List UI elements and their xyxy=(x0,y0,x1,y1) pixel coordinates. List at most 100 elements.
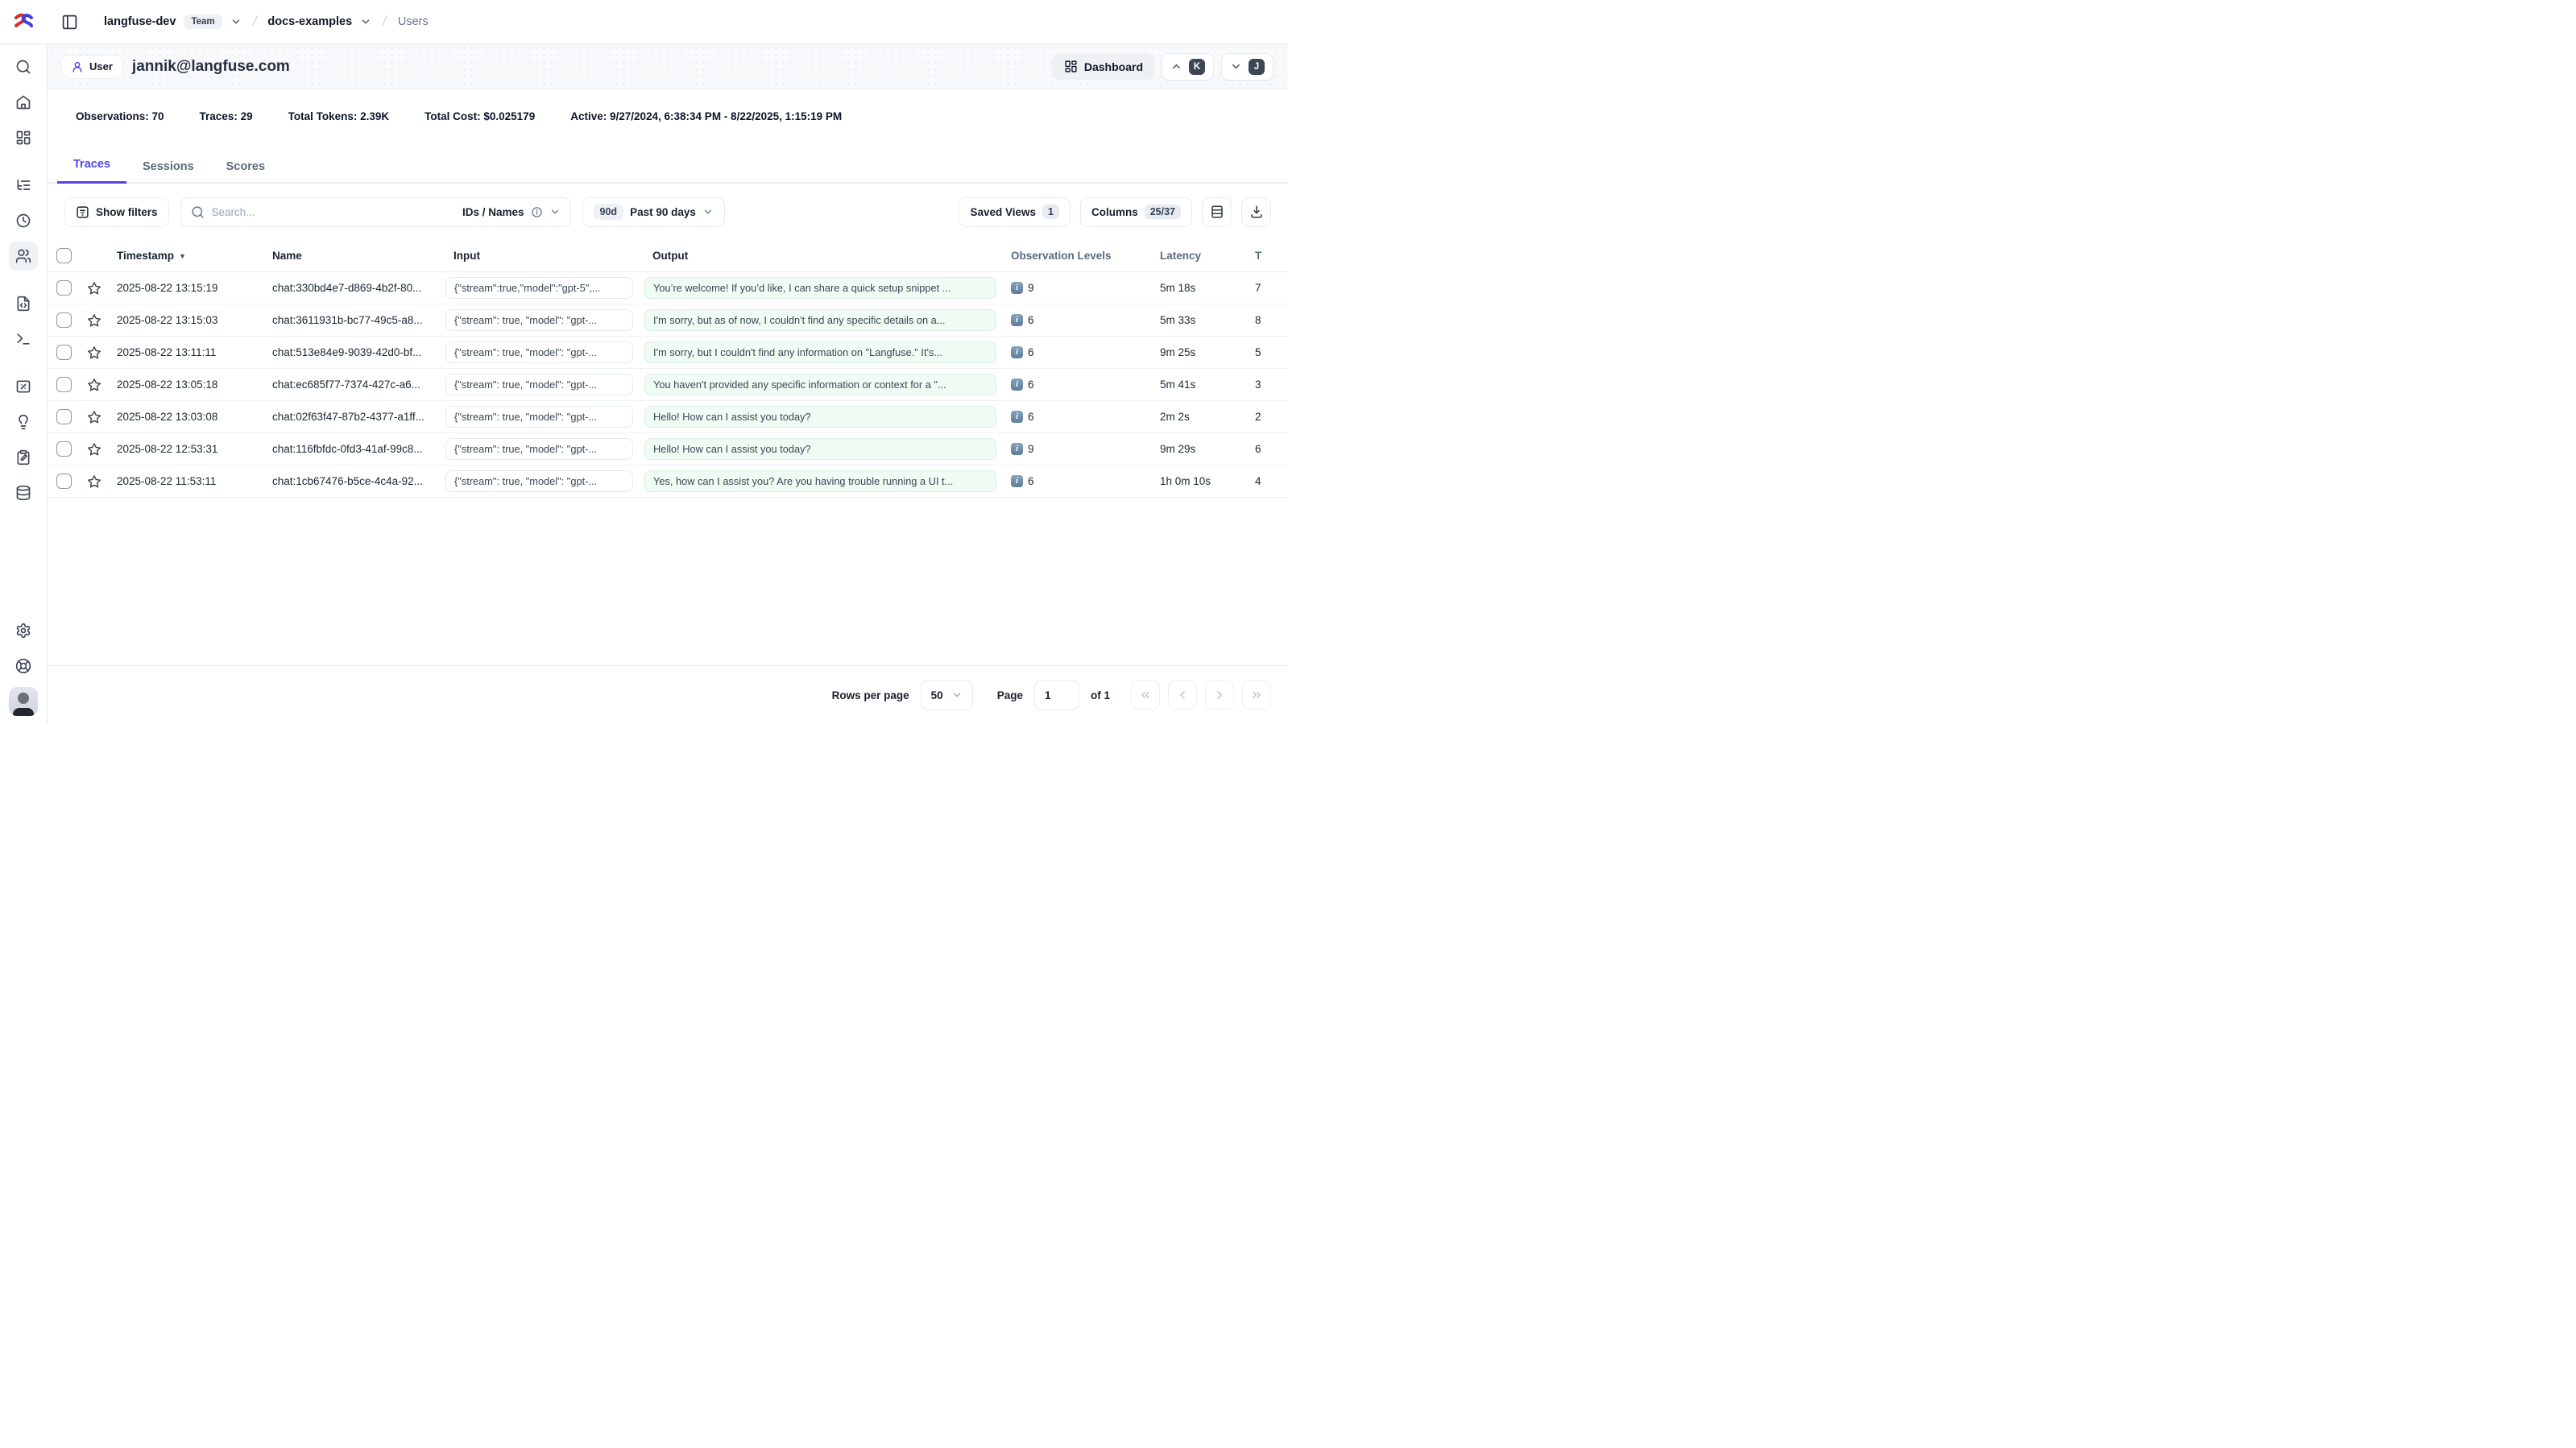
header-latency[interactable]: Latency xyxy=(1160,250,1255,262)
trace-output-preview[interactable]: You haven't provided any specific inform… xyxy=(644,374,996,395)
first-page-button[interactable] xyxy=(1131,681,1160,710)
table-row[interactable]: 2025-08-22 13:11:11 chat:513e84e9-9039-4… xyxy=(48,337,1288,369)
select-all-checkbox[interactable] xyxy=(56,248,72,263)
table-row[interactable]: 2025-08-22 13:05:18 chat:ec685f77-7374-4… xyxy=(48,369,1288,401)
dashboard-icon[interactable] xyxy=(9,123,38,152)
evaluation-icon[interactable] xyxy=(9,372,38,401)
trace-input-preview[interactable]: {"stream": true, "model": "gpt-... xyxy=(445,438,633,460)
saved-views-count: 1 xyxy=(1042,205,1059,219)
chevron-down-icon[interactable] xyxy=(230,16,242,27)
dashboard-button[interactable]: Dashboard xyxy=(1053,53,1154,80)
sidebar-toggle-icon[interactable] xyxy=(57,10,81,34)
trace-output-preview[interactable]: You’re welcome! If you’d like, I can sha… xyxy=(644,277,996,299)
trace-input-preview[interactable]: {"stream": true, "model": "gpt-... xyxy=(445,406,633,428)
trace-input-preview[interactable]: {"stream": true, "model": "gpt-... xyxy=(445,374,633,395)
trace-output-preview[interactable]: I'm sorry, but I couldn't find any infor… xyxy=(644,341,996,363)
trace-name: chat:1cb67476-b5ce-4c4a-92... xyxy=(264,475,445,487)
date-range-button[interactable]: 90d Past 90 days xyxy=(582,197,725,227)
row-height-button[interactable] xyxy=(1202,197,1232,227)
breadcrumb-project[interactable]: docs-examples xyxy=(267,15,352,28)
trace-input-preview[interactable]: {"stream":true,"model":"gpt-5",... xyxy=(445,277,633,299)
favorite-star-icon[interactable] xyxy=(80,345,109,360)
row-checkbox[interactable] xyxy=(56,280,72,296)
search-type-dropdown[interactable]: IDs / Names xyxy=(462,206,561,218)
row-checkbox[interactable] xyxy=(56,312,72,328)
search-icon xyxy=(191,205,205,219)
header-timestamp[interactable]: Timestamp▼ xyxy=(109,250,264,262)
lightbulb-icon[interactable] xyxy=(9,408,38,436)
header-input[interactable]: Input xyxy=(445,250,644,262)
tab-sessions[interactable]: Sessions xyxy=(126,151,210,184)
row-checkbox[interactable] xyxy=(56,474,72,489)
home-icon[interactable] xyxy=(9,88,38,117)
trace-output-preview[interactable]: Hello! How can I assist you today? xyxy=(644,406,996,428)
filter-icon xyxy=(76,205,89,219)
stat-traces: Traces: 29 xyxy=(200,110,253,122)
favorite-star-icon[interactable] xyxy=(80,378,109,392)
header-extra[interactable]: T xyxy=(1255,250,1288,262)
users-icon[interactable] xyxy=(9,242,38,271)
support-lifebuoy-icon[interactable] xyxy=(9,652,38,681)
trace-output-preview[interactable]: Hello! How can I assist you today? xyxy=(644,438,996,460)
header-name[interactable]: Name xyxy=(264,250,445,262)
row-checkbox[interactable] xyxy=(56,409,72,424)
export-button[interactable] xyxy=(1241,197,1271,227)
search-icon[interactable] xyxy=(9,52,38,81)
tracing-icon[interactable] xyxy=(9,171,38,200)
favorite-star-icon[interactable] xyxy=(80,474,109,489)
tab-traces[interactable]: Traces xyxy=(57,148,126,184)
breadcrumb: langfuse-dev Team / docs-examples / User… xyxy=(104,14,429,30)
rows-per-page-select[interactable]: 50 xyxy=(921,681,973,710)
table-row[interactable]: 2025-08-22 11:53:11 chat:1cb67476-b5ce-4… xyxy=(48,465,1288,498)
pagination-bar: Rows per page 50 Page of 1 xyxy=(48,665,1288,724)
sessions-clock-icon[interactable] xyxy=(9,206,38,235)
last-page-button[interactable] xyxy=(1242,681,1271,710)
trace-latency: 9m 29s xyxy=(1160,443,1255,455)
rows-per-page-value: 50 xyxy=(931,689,943,701)
dashboard-button-label: Dashboard xyxy=(1084,60,1143,73)
saved-views-button[interactable]: Saved Views 1 xyxy=(959,197,1071,227)
trace-name: chat:513e84e9-9039-42d0-bf... xyxy=(264,346,445,358)
sidebar-nav xyxy=(0,44,48,724)
chevron-down-icon[interactable] xyxy=(360,16,371,27)
table-row[interactable]: 2025-08-22 13:15:03 chat:3611931b-bc77-4… xyxy=(48,304,1288,337)
previous-user-button[interactable]: K xyxy=(1162,53,1214,81)
page-number-input[interactable] xyxy=(1034,681,1079,710)
row-checkbox[interactable] xyxy=(56,441,72,457)
favorite-star-icon[interactable] xyxy=(80,313,109,328)
settings-gear-icon[interactable] xyxy=(9,616,38,645)
info-level-icon: i xyxy=(1011,475,1023,487)
tab-scores[interactable]: Scores xyxy=(210,151,281,184)
datasets-database-icon[interactable] xyxy=(9,478,38,507)
trace-extra: 7 xyxy=(1255,282,1288,294)
row-checkbox[interactable] xyxy=(56,345,72,360)
trace-output-preview[interactable]: Yes, how can I assist you? Are you havin… xyxy=(644,470,996,492)
user-avatar[interactable] xyxy=(9,687,38,716)
next-page-button[interactable] xyxy=(1205,681,1234,710)
langfuse-logo[interactable] xyxy=(0,13,48,31)
show-filters-label: Show filters xyxy=(96,206,158,218)
previous-page-button[interactable] xyxy=(1168,681,1197,710)
trace-extra: 6 xyxy=(1255,443,1288,455)
trace-input-preview[interactable]: {"stream": true, "model": "gpt-... xyxy=(445,470,633,492)
columns-button[interactable]: Columns 25/37 xyxy=(1080,197,1192,227)
table-row[interactable]: 2025-08-22 12:53:31 chat:116fbfdc-0fd3-4… xyxy=(48,433,1288,465)
prompts-file-code-icon[interactable] xyxy=(9,289,38,318)
search-input[interactable] xyxy=(212,206,455,218)
favorite-star-icon[interactable] xyxy=(80,442,109,457)
show-filters-button[interactable]: Show filters xyxy=(64,197,169,227)
row-checkbox[interactable] xyxy=(56,377,72,392)
header-observation-levels[interactable]: Observation Levels xyxy=(1011,250,1160,262)
annotation-clipboard-icon[interactable] xyxy=(9,443,38,472)
header-output[interactable]: Output xyxy=(644,250,1011,262)
table-row[interactable]: 2025-08-22 13:03:08 chat:02f63f47-87b2-4… xyxy=(48,401,1288,433)
table-row[interactable]: 2025-08-22 13:15:19 chat:330bd4e7-d869-4… xyxy=(48,272,1288,304)
playground-terminal-icon[interactable] xyxy=(9,325,38,354)
trace-output-preview[interactable]: I'm sorry, but as of now, I couldn't fin… xyxy=(644,309,996,331)
favorite-star-icon[interactable] xyxy=(80,410,109,424)
trace-input-preview[interactable]: {"stream": true, "model": "gpt-... xyxy=(445,341,633,363)
next-user-button[interactable]: J xyxy=(1221,53,1274,81)
trace-input-preview[interactable]: {"stream": true, "model": "gpt-... xyxy=(445,309,633,331)
breadcrumb-org[interactable]: langfuse-dev xyxy=(104,15,176,28)
favorite-star-icon[interactable] xyxy=(80,281,109,296)
